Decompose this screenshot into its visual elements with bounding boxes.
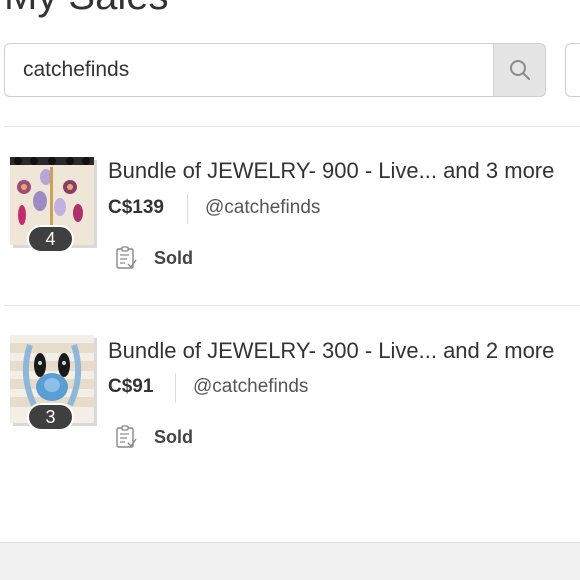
item-count-badge: 3 [27,403,74,431]
item-title[interactable]: Bundle of JEWELRY- 900 - Live... and 3 m… [108,158,554,184]
bottom-bar [0,542,580,580]
status-label: Sold [154,247,193,268]
status-row: Sold [114,245,193,271]
item-price: C$91 [108,376,154,397]
seller-handle[interactable]: @catchefinds [205,197,320,219]
search-button[interactable] [493,43,546,97]
clipboard-check-icon [116,246,137,269]
separator [175,373,176,403]
search-icon [509,60,530,80]
seller-handle[interactable]: @catchefinds [193,376,308,398]
filter-button[interactable] [565,43,580,97]
item-count-badge: 4 [27,225,74,253]
clipboard-check-icon [116,425,137,448]
status-row: Sold [114,424,193,450]
list-item[interactable]: 4 Bundle of JEWELRY- 900 - Live... and 3… [0,127,580,297]
item-price: C$139 [108,197,164,218]
list-item[interactable]: 3 Bundle of JEWELRY- 300 - Live... and 2… [0,306,580,476]
separator [187,194,188,224]
item-thumbnail[interactable]: 3 [10,335,96,431]
page-title: My Sales [4,0,169,19]
search-bar [4,43,580,97]
search-input[interactable] [4,43,494,97]
status-label: Sold [154,426,193,447]
item-thumbnail[interactable]: 4 [10,157,96,253]
item-title[interactable]: Bundle of JEWELRY- 300 - Live... and 2 m… [108,338,554,364]
